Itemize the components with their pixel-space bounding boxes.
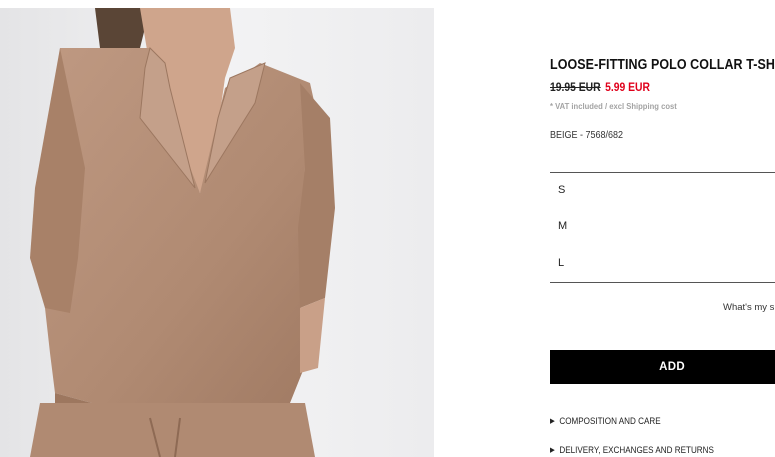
- size-guide-link[interactable]: What's my size?: [723, 302, 775, 313]
- size-option-label: S: [558, 184, 566, 196]
- size-list-bottom-divider: [550, 282, 775, 283]
- triangle-right-icon: ▶: [550, 418, 555, 425]
- size-option-l[interactable]: L: [550, 249, 775, 279]
- accordion-label: DELIVERY, EXCHANGES AND RETURNS: [559, 445, 714, 455]
- product-title: LOOSE-FITTING POLO COLLAR T-SHIRT: [550, 57, 775, 73]
- delivery-returns-toggle[interactable]: ▶ DELIVERY, EXCHANGES AND RETURNS: [550, 445, 714, 455]
- triangle-right-icon: ▶: [550, 447, 555, 454]
- original-price: 19.95 EUR: [550, 82, 601, 94]
- product-info-panel: LOOSE-FITTING POLO COLLAR T-SHIRT 19.95 …: [550, 0, 775, 457]
- sale-price: 5.99 EUR: [605, 82, 651, 94]
- product-page: LOOSE-FITTING POLO COLLAR T-SHIRT 19.95 …: [0, 0, 775, 457]
- product-image[interactable]: [0, 8, 434, 457]
- accordion-label: COMPOSITION AND CARE: [559, 416, 661, 426]
- size-option-label: M: [558, 220, 568, 232]
- composition-and-care-toggle[interactable]: ▶ COMPOSITION AND CARE: [550, 416, 661, 426]
- model-photo-illustration: [0, 8, 434, 457]
- price-row: 19.95 EUR 5.99 EUR: [550, 82, 650, 94]
- vat-note: * VAT included / excl Shipping cost: [550, 101, 677, 111]
- size-option-s[interactable]: S: [550, 176, 775, 206]
- size-list-top-divider: [550, 172, 775, 173]
- size-option-m[interactable]: M: [550, 212, 775, 242]
- color-reference: BEIGE - 7568/682: [550, 130, 624, 141]
- add-to-cart-button[interactable]: ADD: [550, 350, 775, 384]
- size-option-label: L: [558, 257, 565, 269]
